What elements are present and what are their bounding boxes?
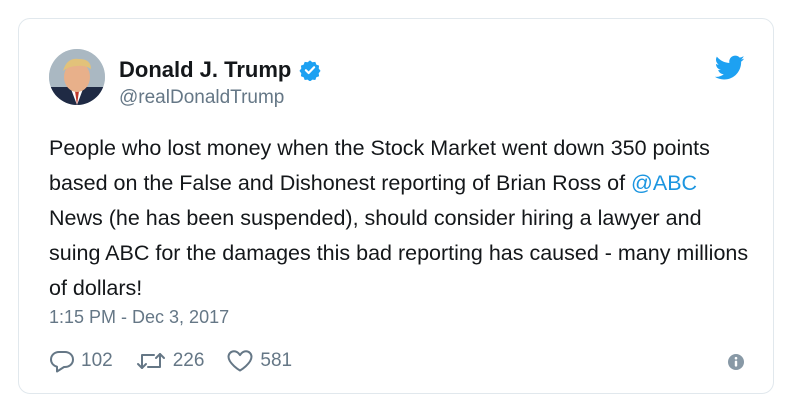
user-handle[interactable]: @realDonaldTrump xyxy=(119,87,284,109)
action-bar: 102 226 581 xyxy=(49,347,314,375)
retweet-button[interactable]: 226 xyxy=(135,349,205,373)
verified-badge-icon xyxy=(299,59,321,82)
reply-button[interactable]: 102 xyxy=(49,349,113,373)
tweet-text-before: People who lost money when the Stock Mar… xyxy=(49,136,710,195)
reply-icon xyxy=(50,351,74,373)
tweet-text: People who lost money when the Stock Mar… xyxy=(49,131,749,306)
display-name[interactable]: Donald J. Trump xyxy=(119,57,291,83)
avatar[interactable] xyxy=(49,49,105,105)
like-button[interactable]: 581 xyxy=(226,349,292,373)
mention-link[interactable]: @ABC xyxy=(631,171,697,195)
tweet-card: Donald J. Trump @realDonaldTrump People … xyxy=(18,18,774,394)
like-count: 581 xyxy=(260,350,293,371)
heart-icon xyxy=(227,350,253,372)
twitter-bird-icon[interactable] xyxy=(714,55,745,81)
reply-count: 102 xyxy=(81,350,113,371)
retweet-icon xyxy=(136,353,165,369)
retweet-count: 226 xyxy=(172,350,205,371)
name-row: Donald J. Trump xyxy=(119,55,321,85)
tweet-text-after: News (he has been suspended), should con… xyxy=(49,206,749,300)
tweet-timestamp[interactable]: 1:15 PM - Dec 3, 2017 xyxy=(49,307,229,328)
info-icon[interactable] xyxy=(727,353,745,371)
